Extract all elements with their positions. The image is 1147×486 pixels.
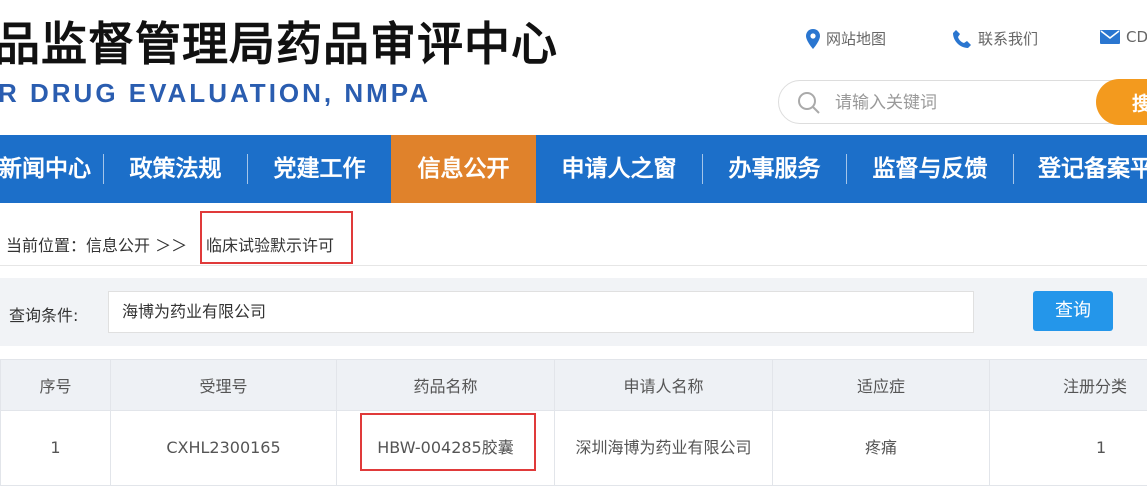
search-box <box>778 80 1138 124</box>
contact-us-link[interactable]: 联系我们 <box>952 28 1038 49</box>
nav-item-party[interactable]: 党建工作 <box>248 135 391 203</box>
query-button[interactable]: 查询 <box>1033 291 1113 331</box>
mail-icon <box>1100 30 1120 44</box>
search-input[interactable] <box>833 89 1077 117</box>
breadcrumb-prefix[interactable]: 当前位置：信息公开 ＞＞ <box>6 232 187 256</box>
nav-item-news[interactable]: 新闻中心 <box>0 135 102 203</box>
mail-label: CD <box>1126 28 1147 46</box>
drug-name-highlight <box>360 413 536 471</box>
query-label: 查询条件: <box>9 302 78 326</box>
table-header-row: 序号 受理号 药品名称 申请人名称 适应症 注册分类 <box>1 360 1147 411</box>
header-acceptance-no: 受理号 <box>111 360 337 411</box>
query-input[interactable]: 海博为药业有限公司 <box>108 291 974 333</box>
search-button[interactable]: 搜 <box>1096 79 1147 125</box>
cell-applicant: 深圳海博为药业有限公司 <box>555 411 773 486</box>
cell-indication: 疼痛 <box>773 411 990 486</box>
cell-acceptance-no[interactable]: CXHL2300165 <box>111 411 337 486</box>
header-drug-name: 药品名称 <box>337 360 555 411</box>
header-seq: 序号 <box>1 360 111 411</box>
header-indication: 适应症 <box>773 360 990 411</box>
cell-reg-category: 1 <box>990 411 1147 486</box>
nav-item-registration[interactable]: 登记备案平 <box>1014 135 1147 203</box>
mail-link[interactable]: CD <box>1100 28 1147 46</box>
nav-item-info-public[interactable]: 信息公开 <box>391 135 536 203</box>
site-title: 品监督管理局药品审评中心 <box>0 14 558 74</box>
phone-icon <box>952 29 972 49</box>
cell-seq: 1 <box>1 411 111 486</box>
location-pin-icon <box>806 29 820 49</box>
nav-item-services[interactable]: 办事服务 <box>703 135 846 203</box>
header-applicant: 申请人名称 <box>555 360 773 411</box>
main-nav: 新闻中心 政策法规 党建工作 信息公开 申请人之窗 办事服务 监督与反馈 登记备… <box>0 135 1147 203</box>
site-map-link[interactable]: 网站地图 <box>806 28 886 49</box>
search-icon <box>797 91 821 119</box>
breadcrumb-highlight <box>200 211 353 264</box>
table-row: 1 CXHL2300165 HBW-004285胶囊 深圳海博为药业有限公司 疼… <box>1 411 1147 486</box>
nav-item-applicant[interactable]: 申请人之窗 <box>536 135 702 203</box>
header-reg-category: 注册分类 <box>990 360 1147 411</box>
contact-us-label: 联系我们 <box>978 28 1038 49</box>
nav-item-policy[interactable]: 政策法规 <box>104 135 247 203</box>
site-map-label: 网站地图 <box>826 28 886 49</box>
nav-item-feedback[interactable]: 监督与反馈 <box>847 135 1013 203</box>
site-subtitle: R DRUG EVALUATION, NMPA <box>0 78 431 109</box>
results-table: 序号 受理号 药品名称 申请人名称 适应症 注册分类 1 CXHL2300165… <box>0 359 1147 486</box>
